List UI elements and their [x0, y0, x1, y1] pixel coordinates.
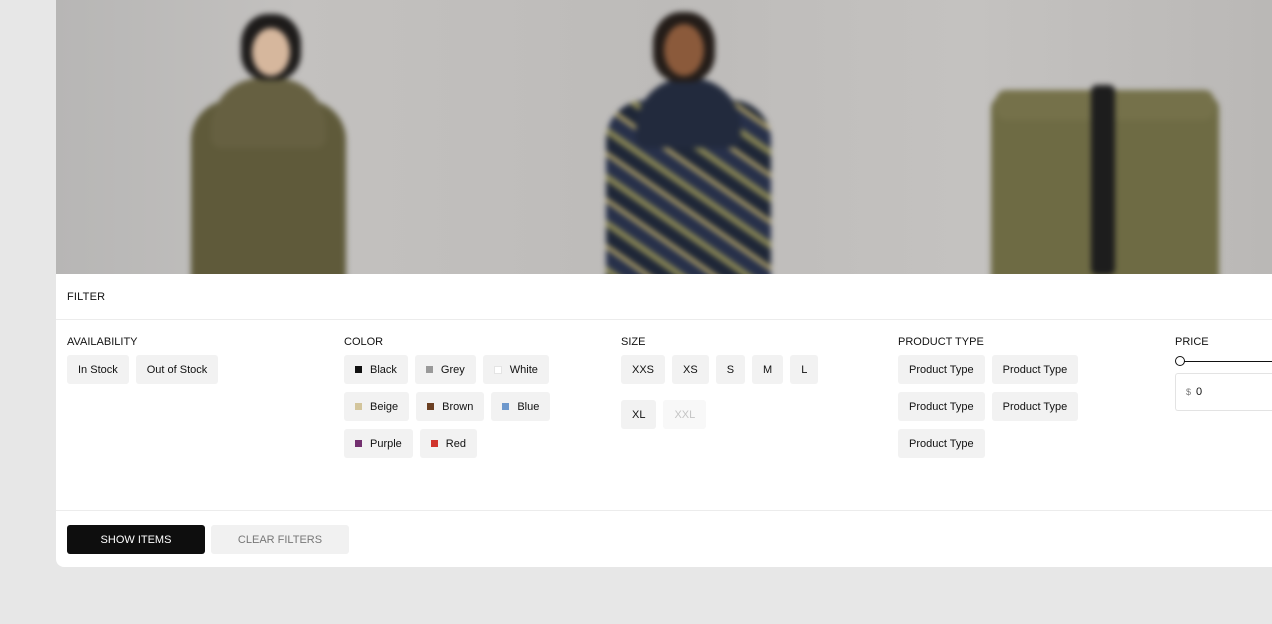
product-type-chip[interactable]: Product Type: [991, 355, 1079, 384]
product-type-chip[interactable]: Product Type: [898, 355, 985, 384]
color-chip-red[interactable]: Red: [419, 429, 477, 458]
availability-title: AVAILABILITY: [67, 336, 138, 348]
product-type-title: PRODUCT TYPE: [898, 336, 984, 348]
filter-header: FILTER: [56, 274, 1272, 320]
brown-swatch-icon: [427, 403, 435, 410]
color-title: COLOR: [344, 336, 384, 348]
color-chip-purple[interactable]: Purple: [344, 429, 413, 458]
show-items-button[interactable]: SHOW ITEMS: [67, 525, 205, 554]
clear-filters-button[interactable]: CLEAR FILTERS: [211, 525, 349, 554]
price-filter: PRICE $ 0: [1175, 336, 1272, 411]
size-chip-m[interactable]: M: [752, 355, 784, 384]
color-label: Red: [445, 437, 466, 450]
size-title: SIZE: [621, 336, 646, 348]
color-chip-grey[interactable]: Grey: [414, 355, 476, 384]
color-label: Brown: [442, 400, 474, 413]
model-olive-jacket: [186, 0, 356, 274]
color-label: Grey: [440, 363, 465, 376]
price-title: PRICE: [1175, 336, 1209, 348]
color-label: Blue: [517, 400, 540, 413]
color-label: Purple: [370, 437, 402, 450]
color-filter: COLOR Black Grey White Beige Brown Blue …: [344, 336, 559, 458]
red-swatch-icon: [430, 440, 438, 447]
white-swatch-icon: [493, 365, 502, 374]
color-chip-white[interactable]: White: [482, 355, 549, 384]
size-filter: SIZE XXS XS S M L XL XXL: [621, 336, 831, 429]
price-range-slider[interactable]: [1175, 355, 1272, 369]
price-min-input[interactable]: $ 0: [1175, 373, 1272, 411]
model-camo-jacket: [601, 0, 776, 274]
filter-panel: FILTER AVAILABILITY In Stock Out of Stoc…: [56, 274, 1272, 567]
color-chip-brown[interactable]: Brown: [416, 392, 485, 421]
size-chip-l[interactable]: L: [790, 355, 819, 384]
size-chip-s[interactable]: S: [715, 355, 746, 384]
price-min-value: 0: [1196, 386, 1203, 398]
availability-filter: AVAILABILITY In Stock Out of Stock: [67, 336, 327, 384]
color-label: White: [509, 363, 538, 376]
product-type-chip[interactable]: Product Type: [898, 429, 985, 458]
product-photos: [56, 0, 1272, 274]
product-type-chip[interactable]: Product Type: [898, 392, 985, 421]
product-hero-image: [56, 0, 1272, 274]
availability-in-stock-chip[interactable]: In Stock: [67, 355, 129, 384]
product-type-chip[interactable]: Product Type: [991, 392, 1079, 421]
currency-symbol: $: [1186, 387, 1192, 397]
size-chip-xxl-unavailable: XXL: [663, 400, 707, 429]
size-chip-xxs[interactable]: XXS: [621, 355, 666, 384]
filter-title: FILTER: [67, 290, 106, 303]
size-chip-xs[interactable]: XS: [672, 355, 709, 384]
color-label: Beige: [370, 400, 399, 413]
availability-out-of-stock-chip[interactable]: Out of Stock: [135, 355, 219, 384]
color-label: Black: [370, 363, 397, 376]
black-swatch-icon: [355, 366, 362, 373]
beige-swatch-icon: [355, 403, 362, 410]
size-chip-xl[interactable]: XL: [621, 400, 657, 429]
grey-swatch-icon: [425, 366, 433, 373]
color-chip-black[interactable]: Black: [344, 355, 408, 384]
price-slider-track: [1181, 361, 1272, 362]
product-type-filter: PRODUCT TYPE Product Type Product Type P…: [898, 336, 1088, 458]
color-chip-beige[interactable]: Beige: [344, 392, 410, 421]
blue-swatch-icon: [502, 403, 510, 410]
color-chip-blue[interactable]: Blue: [491, 392, 551, 421]
filter-footer: SHOW ITEMS CLEAR FILTERS: [56, 510, 1272, 568]
olive-rolltop-bag: [991, 85, 1221, 274]
purple-swatch-icon: [355, 440, 362, 447]
price-slider-min-handle[interactable]: [1175, 356, 1185, 366]
